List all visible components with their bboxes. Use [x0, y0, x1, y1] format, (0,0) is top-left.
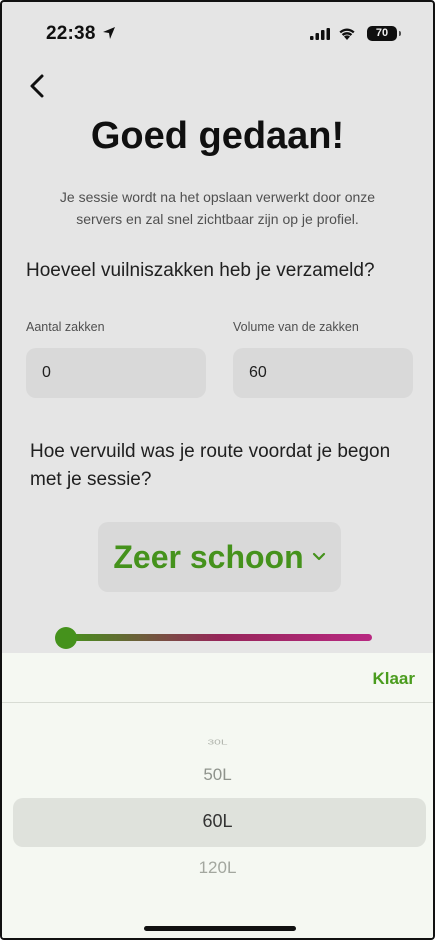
- picker-option[interactable]: 50L: [2, 765, 433, 785]
- volume-picker-sheet: Klaar 30L 50L 60L 120L: [2, 653, 433, 938]
- done-button[interactable]: Klaar: [372, 669, 415, 689]
- picker-option[interactable]: 30L: [2, 738, 433, 746]
- phone-screen: 22:38 70 Goed gedaan! Je sessie wordt na…: [0, 0, 435, 940]
- volume-picker-wheel[interactable]: 30L 50L 60L 120L: [2, 703, 433, 938]
- picker-toolbar: Klaar: [2, 653, 433, 703]
- modal-dim-overlay: [2, 2, 433, 653]
- home-indicator[interactable]: [144, 926, 296, 931]
- picker-option[interactable]: 120L: [2, 858, 433, 878]
- picker-option-selected[interactable]: 60L: [2, 811, 433, 832]
